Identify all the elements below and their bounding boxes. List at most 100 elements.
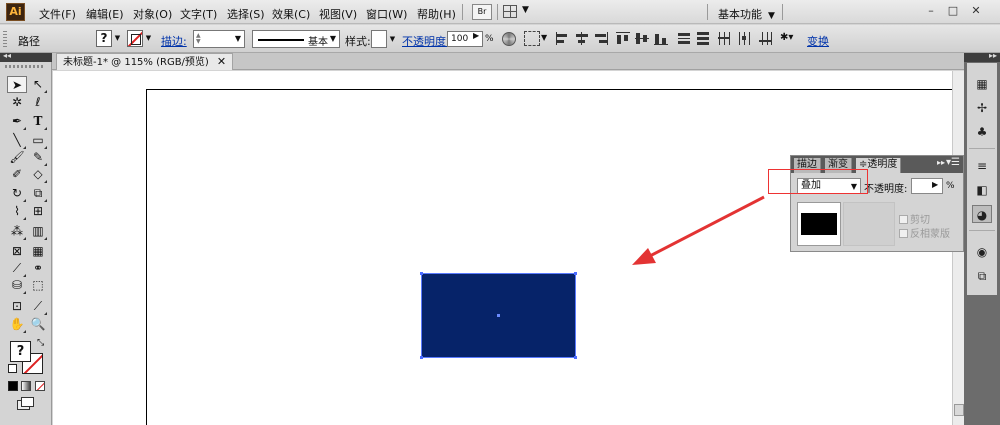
minimize-button[interactable]: – bbox=[923, 4, 939, 18]
fill-swatch[interactable]: ? bbox=[96, 30, 112, 47]
stroke-weight-field[interactable]: ▲ ▼ ▼ bbox=[193, 30, 245, 48]
document-tab[interactable]: 未标题-1* @ 115% (RGB/预览) ✕ bbox=[56, 53, 234, 70]
color-mode-icon[interactable] bbox=[8, 381, 18, 391]
scroll-thumb[interactable] bbox=[954, 404, 964, 416]
menu-object[interactable]: 对象(O) bbox=[133, 6, 172, 22]
distribute-right-icon[interactable] bbox=[758, 32, 772, 45]
layers-icon[interactable]: ⧉ bbox=[972, 267, 992, 285]
align-to-icon[interactable] bbox=[524, 31, 540, 46]
panel-menu-icon[interactable]: ▾☰ bbox=[946, 157, 960, 168]
gradient-icon[interactable]: ◧ bbox=[972, 181, 992, 199]
chevron-right-icon[interactable]: ▶ bbox=[473, 31, 479, 40]
opacity-panel-link[interactable]: 不透明度: bbox=[402, 33, 450, 49]
warp-tool-icon[interactable]: ⌇ bbox=[7, 203, 27, 220]
menu-window[interactable]: 窗口(W) bbox=[366, 6, 407, 22]
direct-selection-tool-icon[interactable]: ↖ bbox=[28, 76, 48, 93]
maximize-button[interactable]: □ bbox=[945, 4, 961, 18]
align-vertical-center-icon[interactable] bbox=[635, 32, 649, 45]
object-thumbnail[interactable] bbox=[797, 202, 841, 246]
artboard[interactable] bbox=[146, 89, 956, 425]
selection-handle[interactable] bbox=[574, 356, 577, 359]
align-bottom-icon[interactable] bbox=[654, 32, 668, 45]
options-menu-icon[interactable]: ✱▾ bbox=[780, 32, 798, 46]
chevron-down-icon[interactable]: ▼ bbox=[541, 33, 547, 42]
expand-icon[interactable]: ▸▸ bbox=[989, 51, 997, 60]
pen-tool-icon[interactable]: ✒ bbox=[7, 113, 27, 130]
stroke-swatch[interactable] bbox=[127, 30, 143, 47]
transparency-icon[interactable]: ◕ bbox=[972, 205, 992, 223]
magic-wand-tool-icon[interactable]: ✲ bbox=[7, 94, 27, 111]
stepper-icon[interactable]: ▲ ▼ bbox=[196, 33, 201, 45]
brushes-icon[interactable]: ✢ bbox=[972, 99, 992, 117]
expand-icon[interactable]: ▸▸ bbox=[937, 158, 945, 167]
hand-tool-icon[interactable]: ✋ bbox=[7, 316, 27, 333]
line-segment-tool-icon[interactable]: ╲ bbox=[7, 132, 27, 149]
graphic-style-swatch[interactable] bbox=[371, 30, 387, 48]
invert-mask-checkbox[interactable]: 反相蒙版 bbox=[899, 225, 950, 240]
distribute-left-icon[interactable] bbox=[717, 32, 731, 45]
menu-file[interactable]: 文件(F) bbox=[39, 6, 76, 22]
rotate-tool-icon[interactable]: ↻ bbox=[7, 185, 27, 202]
gradient-tool-icon[interactable]: ▦ bbox=[28, 243, 48, 260]
distribute-top-icon[interactable] bbox=[677, 32, 691, 45]
gradient-mode-icon[interactable] bbox=[21, 381, 31, 391]
selection-handle[interactable] bbox=[420, 272, 423, 275]
arrange-documents-button[interactable]: ▼ bbox=[503, 4, 533, 20]
brush-definition-select[interactable]: 基本 ▼ bbox=[252, 30, 340, 48]
stroke-icon[interactable]: ≡ bbox=[972, 157, 992, 175]
close-window-button[interactable]: ✕ bbox=[968, 4, 984, 18]
swap-fill-stroke-icon[interactable]: ⤡ bbox=[37, 338, 44, 348]
rectangle-tool-icon[interactable]: ▭ bbox=[28, 132, 48, 149]
blend-tool-icon[interactable]: ⚭ bbox=[28, 260, 48, 277]
bridge-button[interactable]: Br bbox=[472, 4, 492, 20]
grip-icon[interactable] bbox=[3, 31, 7, 47]
recolor-artwork-icon[interactable] bbox=[502, 32, 516, 46]
type-tool-icon[interactable]: T bbox=[28, 113, 48, 130]
distribute-horizontal-center-icon[interactable] bbox=[738, 32, 752, 45]
fill-color-box[interactable]: ? bbox=[10, 341, 31, 362]
artboard-tool-icon[interactable]: ⊡ bbox=[7, 298, 27, 315]
symbols-icon[interactable]: ♣ bbox=[972, 123, 992, 141]
selection-tool-icon[interactable]: ➤ bbox=[7, 76, 27, 93]
mesh-tool-icon[interactable]: ⊠ bbox=[7, 243, 27, 260]
panel-header[interactable]: ▸▸ bbox=[964, 51, 1000, 62]
eyedropper-tool-icon[interactable]: ⟋ bbox=[7, 260, 27, 277]
stroke-panel-link[interactable]: 描边: bbox=[161, 33, 187, 49]
selection-handle[interactable] bbox=[420, 356, 423, 359]
appearance-icon[interactable]: ◉ bbox=[972, 243, 992, 261]
transform-panel-link[interactable]: 变换 bbox=[807, 33, 829, 49]
eraser-tool-icon[interactable]: ◇ bbox=[28, 166, 48, 183]
selection-handle[interactable] bbox=[574, 272, 577, 275]
menu-help[interactable]: 帮助(H) bbox=[417, 6, 456, 22]
menu-type[interactable]: 文字(T) bbox=[180, 6, 217, 22]
panel-header[interactable]: ◂◂ bbox=[0, 51, 52, 62]
align-right-icon[interactable] bbox=[594, 32, 608, 45]
align-left-icon[interactable] bbox=[556, 32, 570, 45]
slice-tool-icon[interactable]: ⟋ bbox=[28, 298, 48, 315]
menu-edit[interactable]: 编辑(E) bbox=[86, 6, 124, 22]
free-transform-tool-icon[interactable]: ⊞ bbox=[28, 203, 48, 220]
distribute-vertical-center-icon[interactable] bbox=[696, 32, 710, 45]
live-paint-selection-tool-icon[interactable]: ⬚ bbox=[28, 277, 48, 294]
menu-effect[interactable]: 效果(C) bbox=[272, 6, 310, 22]
chevron-down-icon[interactable]: ▼ bbox=[388, 30, 397, 48]
grip-icon[interactable] bbox=[5, 65, 45, 68]
symbol-sprayer-tool-icon[interactable]: ⁂ bbox=[7, 223, 27, 240]
chevron-down-icon[interactable]: ▼ bbox=[113, 30, 122, 47]
close-icon[interactable]: ✕ bbox=[217, 55, 226, 68]
workspace-switcher[interactable]: 基本功能 ▼ bbox=[718, 6, 775, 22]
menu-view[interactable]: 视图(V) bbox=[319, 6, 357, 22]
column-graph-tool-icon[interactable]: ▥ bbox=[28, 223, 48, 240]
scale-tool-icon[interactable]: ⧉ bbox=[28, 185, 48, 202]
opacity-input[interactable] bbox=[911, 178, 943, 194]
blob-brush-tool-icon[interactable]: ✐ bbox=[7, 166, 27, 183]
lasso-tool-icon[interactable]: ℓ bbox=[28, 94, 48, 111]
chevron-down-icon[interactable]: ▼ bbox=[235, 34, 241, 43]
swatches-icon[interactable]: ▦ bbox=[972, 75, 992, 93]
none-mode-icon[interactable] bbox=[35, 381, 45, 391]
selected-rectangle[interactable] bbox=[420, 272, 577, 359]
default-colors-icon[interactable] bbox=[8, 364, 17, 373]
collapse-icon[interactable]: ◂◂ bbox=[3, 51, 11, 60]
menu-select[interactable]: 选择(S) bbox=[227, 6, 265, 22]
pencil-tool-icon[interactable]: ✎ bbox=[28, 149, 48, 166]
